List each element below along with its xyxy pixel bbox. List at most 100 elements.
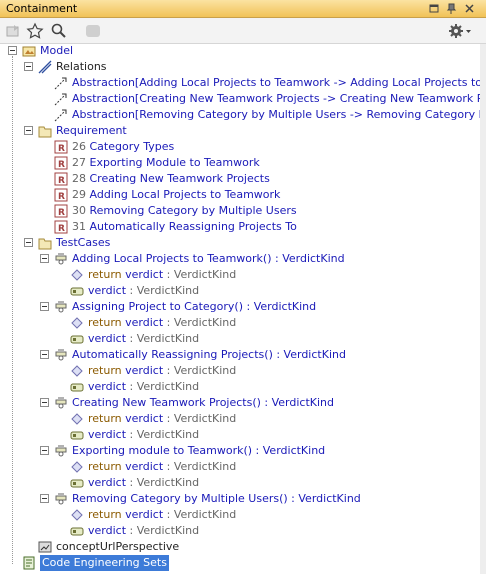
tree-item-abstraction[interactable]: Abstraction[Creating New Teamwork Projec… [0,91,480,107]
requirement-icon: R [54,220,68,234]
tree-item-return[interactable]: return verdict : VerdictKind [0,507,480,523]
tree-item-code-engineering[interactable]: Code Engineering Sets [0,555,480,571]
relations-icon [38,60,52,74]
return-keyword: return [88,412,126,425]
star-icon[interactable] [26,22,44,40]
tree-row-label: Creating New Teamwork Projects() : Verdi… [72,395,334,411]
abstraction-icon [54,92,68,106]
tree-row-label: return verdict : VerdictKind [88,267,236,283]
expand-collapse-icon[interactable] [24,238,33,247]
tree-row-label: verdict : VerdictKind [88,427,199,443]
folder-icon [38,124,52,138]
test-case-type: : VerdictKind [287,492,361,505]
test-case-type: : VerdictKind [260,396,335,409]
tree-item-parameter[interactable]: verdict : VerdictKind [0,331,480,347]
test-case-name: Removing Category by Multiple Users() [72,492,288,505]
tree-item-test-case[interactable]: Adding Local Projects to Teamwork() : Ve… [0,251,480,267]
tree-item-testcases[interactable]: TestCases [0,235,480,251]
close-icon[interactable] [464,3,475,14]
tree-item-return[interactable]: return verdict : VerdictKind [0,315,480,331]
expand-collapse-icon[interactable] [40,494,49,503]
return-keyword: return [88,460,126,473]
verdict-label: verdict [125,316,164,329]
tree-item-requirement-entry[interactable]: R 31 Automatically Reassigning Projects T… [0,219,480,235]
verdict-label: verdict [88,524,127,537]
tree-item-parameter[interactable]: verdict : VerdictKind [0,283,480,299]
tree-item-return[interactable]: return verdict : VerdictKind [0,459,480,475]
expand-collapse-icon[interactable] [40,350,49,359]
return-keyword: return [88,316,126,329]
tree-item-return[interactable]: return verdict : VerdictKind [0,363,480,379]
tree-item-relations[interactable]: Relations [0,59,480,75]
expand-collapse-icon[interactable] [40,254,49,263]
tree-item-test-case[interactable]: Exporting module to Teamwork() : Verdict… [0,443,480,459]
requirement-id: 27 [72,156,90,169]
containment-tree[interactable]: Model Relations Abstraction[Adding Local P… [0,44,480,574]
search-icon[interactable] [50,22,68,40]
tree-item-requirement[interactable]: Requirement [0,123,480,139]
return-keyword: return [88,364,126,377]
expand-collapse-icon[interactable] [24,126,33,135]
tree-item-parameter[interactable]: verdict : VerdictKind [0,523,480,539]
tree-row-label: Automatically Reassigning Projects() : V… [72,347,346,363]
test-case-icon [54,492,68,506]
svg-text:R: R [58,160,65,170]
parameter-icon [70,332,84,346]
requirement-name: Automatically Reassigning Projects To [89,220,297,233]
return-parameter-icon [70,364,84,378]
relations-label: Relations [56,60,107,73]
verdict-label: verdict [88,284,127,297]
tree-item-abstraction[interactable]: Abstraction[Removing Category by Multipl… [0,107,480,123]
expand-collapse-icon[interactable] [24,62,33,71]
verdict-type: : VerdictKind [126,332,200,345]
pin-icon[interactable] [446,3,457,14]
verdict-label: verdict [88,332,127,345]
tree-row-label: Removing Category by Multiple Users() : … [72,491,361,507]
verdict-label: verdict [88,476,127,489]
requirement-icon: R [54,204,68,218]
requirement-id: 30 [72,204,90,217]
expand-collapse-icon[interactable] [40,398,49,407]
expand-collapse-icon[interactable] [40,446,49,455]
tree-item-parameter[interactable]: verdict : VerdictKind [0,427,480,443]
tree-item-return[interactable]: return verdict : VerdictKind [0,411,480,427]
tree-item-parameter[interactable]: verdict : VerdictKind [0,379,480,395]
test-case-name: Automatically Reassigning Projects() [72,348,273,361]
tree-item-requirement-entry[interactable]: R 30 Removing Category by Multiple Users [0,203,480,219]
expand-collapse-icon[interactable] [40,302,49,311]
float-icon[interactable] [429,3,440,14]
tree-item-test-case[interactable]: Assigning Project to Category() : Verdic… [0,299,480,315]
tree-item-model[interactable]: Model [0,44,480,59]
tree-item-test-case[interactable]: Removing Category by Multiple Users() : … [0,491,480,507]
tree-row-label: Relations [56,59,107,75]
verdict-type: : VerdictKind [163,460,237,473]
requirement-id: 29 [72,188,90,201]
settings-gear-icon[interactable] [448,22,472,40]
tree-row-label: TestCases [56,235,110,251]
tree-item-requirement-entry[interactable]: R 26 Category Types [0,139,480,155]
tree-row-label: 27 Exporting Module to Teamwork [72,155,260,171]
tree-item-test-case[interactable]: Creating New Teamwork Projects() : Verdi… [0,395,480,411]
expand-collapse-icon[interactable] [8,46,17,55]
tree-row-label: Model [40,44,73,59]
code-engineering-icon [22,556,36,570]
vertical-scrollbar[interactable] [480,44,486,574]
tree-item-abstraction[interactable]: Abstraction[Adding Local Projects to Tea… [0,75,480,91]
tree-item-requirement-entry[interactable]: R 28 Creating New Teamwork Projects [0,171,480,187]
tree-item-concept[interactable]: conceptUrlPerspective [0,539,480,555]
tree-item-requirement-entry[interactable]: R 29 Adding Local Projects to Teamwork [0,187,480,203]
requirement-name: Adding Local Projects to Teamwork [89,188,281,201]
tree-item-return[interactable]: return verdict : VerdictKind [0,267,480,283]
tree-item-test-case[interactable]: Automatically Reassigning Projects() : V… [0,347,480,363]
tree-row-label: 30 Removing Category by Multiple Users [72,203,297,219]
tree-item-parameter[interactable]: verdict : VerdictKind [0,475,480,491]
return-parameter-icon [70,412,84,426]
requirement-icon: R [54,156,68,170]
tree-item-requirement-entry[interactable]: R 27 Exporting Module to Teamwork [0,155,480,171]
open-icon[interactable] [4,22,22,40]
return-parameter-icon [70,268,84,282]
parameter-icon [70,284,84,298]
test-case-name: Exporting module to Teamwork() [72,444,253,457]
teamwork-icon[interactable] [84,22,102,40]
folder-icon [38,236,52,250]
